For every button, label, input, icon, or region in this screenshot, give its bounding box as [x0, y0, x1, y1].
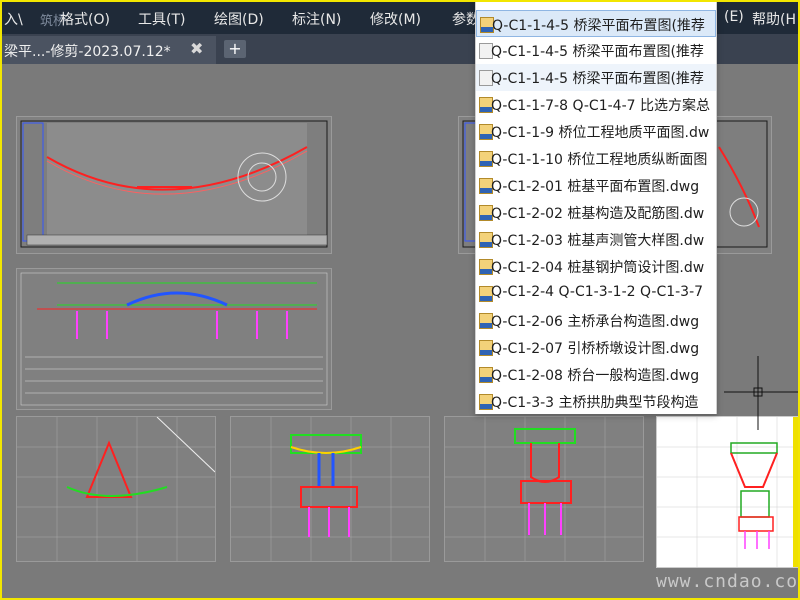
file-list-item-label: Q-C1-2-4 Q-C1-3-1-2 Q-C1-3-7: [491, 284, 704, 300]
file-list-item[interactable]: Q-C1-2-04 桩基钢护筒设计图.dw: [476, 253, 716, 280]
sheet-pier-detail-2-drawing: [231, 417, 429, 561]
menu-help[interactable]: 帮助(H: [752, 9, 796, 29]
sheet-pier-detail-4-drawing: [657, 417, 798, 567]
menu-insert[interactable]: 入\: [4, 9, 23, 29]
file-list-item-label: Q-C1-2-02 桩基构造及配筋图.dw: [491, 206, 705, 222]
menu-format[interactable]: 格式(O): [60, 9, 110, 29]
sheet-bridge-elevation-drawing: [20, 272, 328, 406]
file-list-item-label: Q-C1-2-03 桩基声测管大样图.dw: [491, 233, 705, 249]
file-list-item-label: Q-C1-2-04 桩基钢护筒设计图.dw: [491, 260, 705, 276]
file-list-item-label: Q-C1-1-4-5 桥梁平面布置图(推荐: [491, 71, 704, 87]
file-list-item[interactable]: Q-C1-3-3 主桥拱肋典型节段构造: [476, 388, 716, 414]
new-tab-button[interactable]: +: [224, 40, 246, 58]
file-list-item[interactable]: Q-C1-2-03 桩基声测管大样图.dw: [476, 226, 716, 253]
file-list-item-label: Q-C1-3-3 主桥拱肋典型节段构造: [491, 395, 699, 411]
menu-dimension[interactable]: 标注(N): [292, 9, 341, 29]
sheet-pier-detail-3[interactable]: [444, 416, 644, 562]
app-window: 入\ 筑桥 格式(O) 工具(T) 绘图(D) 标注(N) 修改(M) 参数 (…: [0, 0, 800, 600]
sheet-pier-detail-3-drawing: [445, 417, 643, 561]
file-list-item-label: Q-C1-2-06 主桥承台构造图.dwg: [491, 314, 700, 330]
sheet-pier-detail-2[interactable]: [230, 416, 430, 562]
file-list-item[interactable]: Q-C1-1-4-5 桥梁平面布置图(推荐: [476, 10, 716, 37]
file-list-item[interactable]: Q-C1-1-4-5 桥梁平面布置图(推荐: [476, 37, 716, 64]
tab-label: 梁平...-修剪-2023.07.12*: [4, 44, 171, 60]
file-list-item-label: Q-C1-1-10 桥位工程地质纵断面图: [491, 152, 708, 168]
sheet-pier-detail-1[interactable]: [16, 416, 216, 562]
tab-active-drawing[interactable]: 梁平...-修剪-2023.07.12* ✖: [2, 36, 216, 64]
sheet-bridge-plan[interactable]: [16, 116, 332, 254]
file-list-item-label: Q-C1-2-08 桥台一般构造图.dwg: [491, 368, 700, 384]
sheet-pier-detail-4[interactable]: [656, 416, 798, 568]
menu-tools[interactable]: 工具(T): [138, 9, 185, 29]
file-list-item[interactable]: Q-C1-2-4 Q-C1-3-1-2 Q-C1-3-7: [476, 280, 716, 307]
file-list-item[interactable]: Q-C1-2-08 桥台一般构造图.dwg: [476, 361, 716, 388]
file-list-item-label: Q-C1-1-9 桥位工程地质平面图.dw: [491, 125, 710, 141]
file-list-item[interactable]: Q-C1-2-02 桩基构造及配筋图.dw: [476, 199, 716, 226]
close-icon[interactable]: ✖: [190, 39, 203, 58]
file-list-item[interactable]: Q-C1-2-01 桩基平面布置图.dwg: [476, 172, 716, 199]
menu-modify[interactable]: 修改(M): [370, 9, 421, 29]
file-list-item-label: Q-C1-1-4-5 桥梁平面布置图(推荐: [492, 18, 705, 34]
menu-draw[interactable]: 绘图(D): [214, 9, 264, 29]
file-list-item-label: Q-C1-1-4-5 桥梁平面布置图(推荐: [491, 44, 704, 60]
file-list-item[interactable]: Q-C1-1-7-8 Q-C1-4-7 比选方案总: [476, 91, 716, 118]
sheet-bridge-elevation[interactable]: [16, 268, 332, 410]
recent-files-dropdown[interactable]: Q-C1-1-4-5 桥梁平面布置图(推荐 Q-C1-1-4-5 桥梁平面布置图(…: [475, 2, 717, 414]
menu-e[interactable]: (E): [724, 9, 744, 25]
site-watermark: www.cndao.com: [656, 571, 800, 592]
file-list-item-label: Q-C1-1-7-8 Q-C1-4-7 比选方案总: [491, 98, 710, 114]
sheet-pier-detail-1-drawing: [17, 417, 215, 561]
file-list-item[interactable]: Q-C1-2-06 主桥承台构造图.dwg: [476, 307, 716, 334]
file-list-item-label: Q-C1-2-07 引桥桥墩设计图.dwg: [491, 341, 700, 357]
sheet-bridge-plan-drawing: [20, 120, 328, 248]
file-list-item-label: Q-C1-2-01 桩基平面布置图.dwg: [491, 179, 700, 195]
file-list-item[interactable]: Q-C1-1-10 桥位工程地质纵断面图: [476, 145, 716, 172]
file-list-item[interactable]: Q-C1-1-4-5 桥梁平面布置图(推荐: [476, 64, 716, 91]
file-list-item[interactable]: Q-C1-2-07 引桥桥墩设计图.dwg: [476, 334, 716, 361]
file-list-item[interactable]: Q-C1-1-9 桥位工程地质平面图.dw: [476, 118, 716, 145]
